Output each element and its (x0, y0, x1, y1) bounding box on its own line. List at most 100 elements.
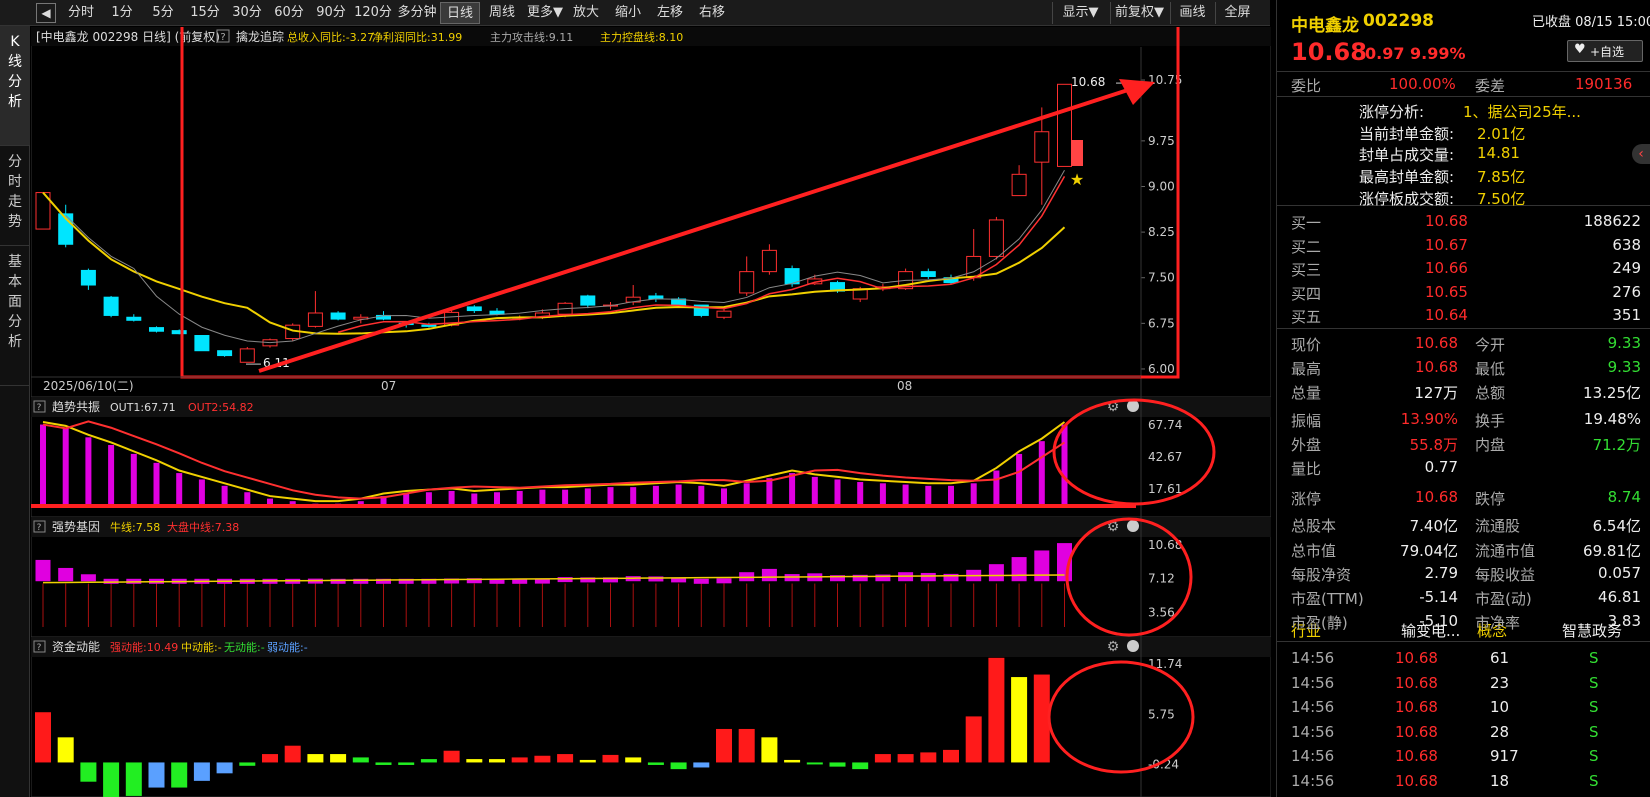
chart-area[interactable]: [中电鑫龙 002298 日线] (前复权)? 擒龙追踪 总收入同比:-3.27 净利… (31, 27, 1271, 797)
back-arrow-icon[interactable]: ◀ (36, 3, 56, 23)
panel2-close-icon (1127, 400, 1139, 412)
bid-row: 买一 10.68 188622 (1277, 209, 1650, 233)
left-tab-0[interactable]: K线分析 (0, 26, 30, 146)
toolbar-9-button[interactable]: 日线 (440, 2, 480, 24)
toolbar-right-1-button[interactable]: 前复权▼ (1110, 2, 1168, 24)
candle-body (580, 295, 596, 306)
limit-row: 最高封单金额: 7.85亿 (1277, 163, 1650, 187)
panel2-bar (789, 473, 796, 505)
panel4-bar (579, 759, 596, 763)
panel4-value-0: 强动能:10.49 (110, 640, 178, 654)
candle-body (239, 348, 255, 363)
bid-label: 买五 (1291, 308, 1322, 326)
stat-key: 总股本 (1291, 517, 1337, 536)
toolbar-11-button[interactable]: 更多▼ (524, 2, 566, 24)
quote-header: 中电鑫龙 002298 已收盘 08/15 15:00 (1277, 8, 1650, 36)
bid-row: 买四 10.65 276 (1277, 280, 1650, 304)
tick-row: 14:56 10.68 18 S (1277, 769, 1650, 793)
panel2-bar (85, 437, 92, 505)
toolbar-12-button[interactable]: 放大 (566, 2, 606, 24)
panel2-bar (834, 479, 841, 505)
toolbar-8-button[interactable]: 多分钟 (394, 2, 440, 24)
panel4-bar (307, 754, 324, 763)
toolbar-0-button[interactable]: 分时 (61, 2, 101, 24)
chart-toolbar: ◀ 分时 1分 5分 15分 30分 60分 90分 120分 多分钟 日线 周线 更多▼ 放大 缩小 左移… (0, 0, 1270, 26)
date-axis-start-label: 2025/06/10(二) (43, 379, 134, 393)
toolbar-15-button[interactable]: 右移 (692, 2, 732, 24)
tick-side: S (1589, 771, 1599, 790)
stat-row: 总市值 79.04亿 流通市值 69.81亿 (1277, 537, 1650, 561)
panel2-axis-0: 67.74 (1148, 418, 1182, 432)
tick-price: 10.68 (1395, 722, 1438, 741)
toolbar-10-button[interactable]: 周线 (482, 2, 522, 24)
add-watchlist-button[interactable]: ♥ +自选 (1567, 40, 1643, 62)
left-tab-2[interactable]: 基本面分析 (0, 246, 30, 386)
panel2-bar (652, 485, 659, 505)
panel2-help-icon: ? (37, 403, 42, 413)
toolbar-7-button[interactable]: 120分 (352, 2, 394, 24)
panel4-bar (874, 754, 891, 763)
panel4-bar (693, 762, 710, 768)
chart-header-label: [中电鑫龙 002298 日线] (前复权) (36, 29, 220, 44)
stat-row: 现价 10.68 今开 9.33 (1277, 331, 1650, 355)
tick-time: 14:56 (1291, 698, 1335, 716)
toolbar-2-button[interactable]: 5分 (143, 2, 183, 24)
stat-key-2: 内盘 (1475, 435, 1506, 454)
add-watchlist-label: +自选 (1590, 45, 1625, 59)
stat-value-2: 13.25亿 (1583, 384, 1641, 403)
panel2-bar (948, 485, 954, 505)
left-tab-1[interactable]: 分时走势 (0, 146, 30, 246)
panel4-bar (534, 755, 551, 763)
panel4-axis-2: -0.24 (1148, 757, 1179, 771)
panel4-bar (943, 749, 959, 763)
tick-volume: 18 (1490, 771, 1510, 790)
toolbar-right-0-button[interactable]: 显示▼ (1052, 2, 1108, 24)
panel4-bar (216, 762, 233, 774)
tick-side: S (1589, 722, 1599, 741)
stat-value: 10.68 (1415, 358, 1458, 377)
panel4-bar (284, 745, 301, 763)
panel4-value-2: 无动能:- (224, 640, 265, 654)
toolbar-right-2-button[interactable]: 画线 (1170, 2, 1214, 24)
price-axis-label-2: 9.00 (1148, 179, 1175, 193)
stat-key-2: 换手 (1475, 411, 1506, 430)
indicator-value-0: 总收入同比:-3.27 (287, 30, 374, 44)
kline-chart-svg[interactable]: [中电鑫龙 002298 日线] (前复权)? 擒龙追踪 总收入同比:-3.27净利… (31, 27, 1271, 797)
candle-body (421, 324, 437, 327)
stat-row: 外盘 55.8万 内盘 71.2万 (1277, 431, 1650, 455)
tick-side: S (1589, 698, 1599, 716)
panel3-close-icon (1127, 520, 1139, 532)
quote-panel: 中电鑫龙 002298 已收盘 08/15 15:00 10.68 0.97 9… (1276, 0, 1650, 797)
panel2-bar (879, 483, 886, 505)
toolbar-3-button[interactable]: 15分 (184, 2, 226, 24)
panel4-value-3: 弱动能:- (267, 640, 308, 654)
panel4-bar (398, 762, 415, 765)
toolbar-1-button[interactable]: 1分 (102, 2, 142, 24)
toolbar-13-button[interactable]: 缩小 (608, 2, 648, 24)
price-axis-label-5: 6.75 (1148, 316, 1175, 330)
panel4-bar (920, 752, 937, 763)
candle-body (307, 312, 323, 327)
panel4-bar (557, 754, 574, 763)
indicator-value-3: 主力控盘线:8.10 (600, 30, 683, 44)
toolbar-4-button[interactable]: 30分 (226, 2, 268, 24)
toolbar-right-3-button[interactable]: 全屏 (1215, 2, 1259, 24)
date-axis-month-0: 07 (381, 379, 396, 393)
left-vertical-tabs: K线分析分时走势基本面分析 (0, 26, 30, 797)
star-signal-icon: ★ (1070, 170, 1084, 189)
panel2-axis-1: 42.67 (1148, 450, 1182, 464)
tick-volume: 61 (1490, 649, 1510, 667)
panel4-bar (647, 762, 664, 765)
stat-key-2: 最低 (1475, 360, 1506, 379)
limit-value: 14.81 (1477, 144, 1520, 163)
candle-body (103, 296, 119, 316)
panel2-value-1: OUT2:54.82 (188, 401, 254, 414)
toolbar-6-button[interactable]: 90分 (310, 2, 352, 24)
toolbar-5-button[interactable]: 60分 (268, 2, 310, 24)
stat-key: 总量 (1291, 384, 1322, 403)
bid-price: 10.64 (1425, 306, 1468, 324)
panel2-axis-2: 17.61 (1148, 482, 1182, 496)
panel4-bar (352, 757, 369, 763)
tick-row: 14:56 10.68 28 S (1277, 720, 1650, 744)
toolbar-14-button[interactable]: 左移 (650, 2, 690, 24)
